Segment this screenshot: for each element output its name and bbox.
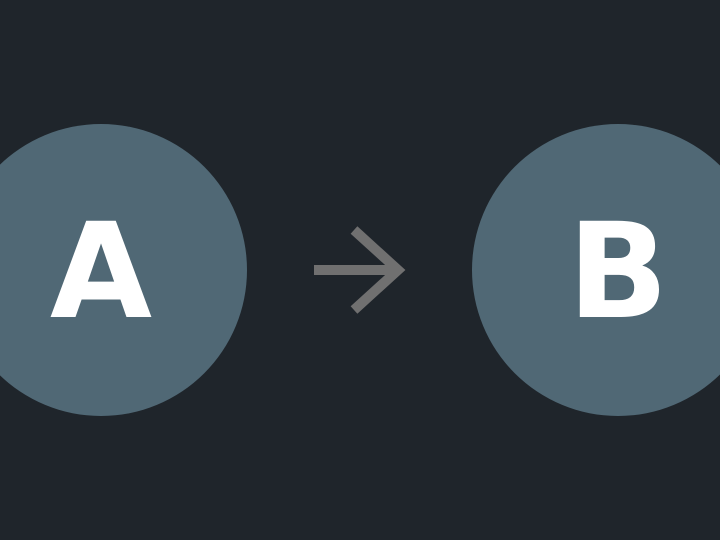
diagram-canvas: A B: [0, 0, 720, 540]
node-b: B: [472, 124, 720, 416]
arrow-right-icon: [314, 226, 406, 314]
node-a: A: [0, 124, 247, 416]
node-b-label: B: [567, 195, 669, 349]
node-a-label: A: [49, 195, 153, 349]
